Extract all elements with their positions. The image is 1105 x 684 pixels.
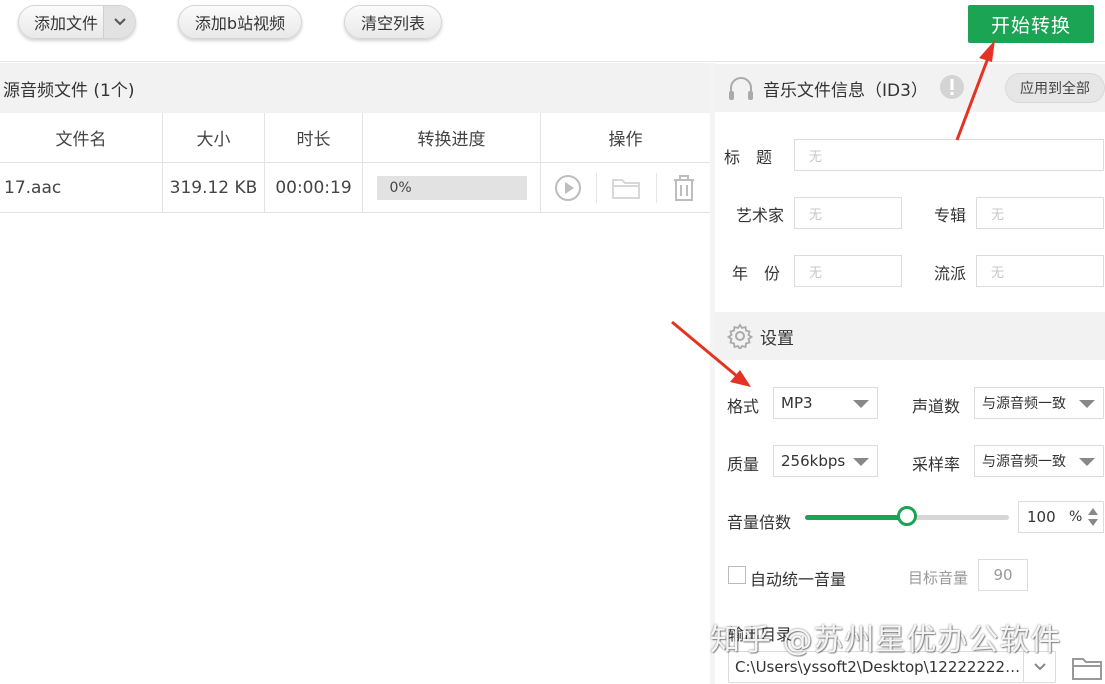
year-input[interactable]: 无	[794, 255, 902, 287]
artist-input[interactable]: 无	[794, 197, 902, 229]
caret-down-icon	[853, 400, 869, 408]
add-file-dropdown-button[interactable]	[103, 6, 135, 38]
progress-text: 0%	[389, 179, 412, 196]
chevron-down-icon	[113, 18, 126, 26]
table-row[interactable]: 17.aac 319.12 KB 00:00:19 0%	[0, 163, 710, 213]
settings-section-title: 设置	[760, 328, 794, 349]
column-header-name: 文件名	[0, 113, 163, 162]
chevron-down-icon	[1033, 663, 1046, 671]
source-files-header: 源音频文件 (1个)	[0, 63, 710, 113]
column-header-progress: 转换进度	[363, 113, 541, 162]
volume-slider-handle[interactable]	[897, 506, 917, 526]
year-label: 年 份	[732, 264, 781, 283]
format-label: 格式	[727, 397, 760, 416]
add-file-label: 添加文件	[34, 14, 99, 33]
headphones-icon	[729, 77, 753, 100]
format-select[interactable]: MP3	[773, 387, 878, 419]
add-bili-video-button[interactable]: 添加b站视频	[178, 5, 302, 39]
table-header-row: 文件名 大小 时长 转换进度 操作	[0, 113, 710, 163]
folder-browse-icon[interactable]	[1071, 654, 1103, 682]
album-input[interactable]: 无	[976, 197, 1104, 229]
settings-section-header: 设置	[715, 312, 1105, 360]
samplerate-label: 采样率	[912, 455, 961, 474]
file-table: 文件名 大小 时长 转换进度 操作 17.aac 319.12 KB 00:00…	[0, 113, 710, 213]
auto-normalize-label: 自动统一音量	[750, 570, 847, 589]
caret-down-icon	[1079, 400, 1095, 408]
file-size: 319.12 KB	[163, 163, 265, 212]
watermark: 知乎 @苏州星优办公软件	[710, 623, 1062, 658]
gear-icon	[727, 323, 753, 349]
caret-down-icon	[1079, 458, 1095, 466]
volume-value: 100	[1027, 508, 1056, 526]
volume-label: 音量倍数	[727, 513, 792, 532]
genre-label: 流派	[934, 264, 967, 283]
channels-select[interactable]: 与源音频一致	[974, 387, 1104, 419]
samplerate-select[interactable]: 与源音频一致	[974, 445, 1104, 477]
apply-to-all-button[interactable]: 应用到全部	[1005, 73, 1105, 103]
artist-label: 艺术家	[736, 206, 785, 225]
quality-select[interactable]: 256kbps	[773, 445, 878, 477]
volume-unit: %	[1069, 509, 1083, 525]
play-icon[interactable]	[554, 174, 582, 202]
stepper-arrows-icon[interactable]	[1087, 506, 1099, 528]
file-duration: 00:00:19	[265, 163, 363, 212]
add-file-button[interactable]: 添加文件	[18, 5, 136, 39]
format-value: MP3	[781, 394, 813, 412]
column-header-duration: 时长	[265, 113, 363, 162]
volume-stepper[interactable]: 100 %	[1018, 501, 1104, 533]
title-label: 标 题	[724, 148, 773, 167]
start-convert-button[interactable]: 开始转换	[968, 5, 1094, 43]
volume-slider-fill	[805, 515, 907, 520]
title-input[interactable]: 无	[794, 139, 1104, 171]
info-icon[interactable]	[939, 74, 965, 100]
channels-label: 声道数	[912, 397, 961, 416]
output-path-value: C:\Users\yssoft2\Desktop\122222222...	[735, 658, 1025, 676]
album-label: 专辑	[934, 206, 967, 225]
clear-list-button[interactable]: 清空列表	[344, 5, 442, 39]
target-volume-label: 目标音量	[908, 569, 969, 587]
genre-input[interactable]: 无	[976, 255, 1104, 287]
file-name: 17.aac	[0, 163, 163, 212]
auto-normalize-checkbox[interactable]	[728, 566, 746, 584]
column-header-size: 大小	[163, 113, 265, 162]
panel-divider	[710, 63, 715, 684]
trash-icon[interactable]	[671, 174, 697, 202]
caret-down-icon	[853, 458, 869, 466]
progress-bar: 0%	[376, 175, 527, 200]
target-volume-input[interactable]: 90	[978, 559, 1028, 591]
id3-section-title: 音乐文件信息（ID3）	[763, 80, 928, 101]
quality-label: 质量	[727, 455, 760, 474]
volume-slider[interactable]	[805, 506, 1009, 526]
folder-icon[interactable]	[611, 175, 641, 201]
actions-divider	[596, 172, 598, 203]
channels-value: 与源音频一致	[982, 396, 1066, 412]
toolbar: 添加文件 添加b站视频 清空列表 开始转换	[0, 0, 1105, 62]
column-header-actions: 操作	[608, 130, 643, 150]
quality-value: 256kbps	[781, 452, 846, 470]
row-actions	[541, 172, 710, 203]
actions-divider	[655, 172, 657, 203]
samplerate-value: 与源音频一致	[982, 454, 1066, 470]
